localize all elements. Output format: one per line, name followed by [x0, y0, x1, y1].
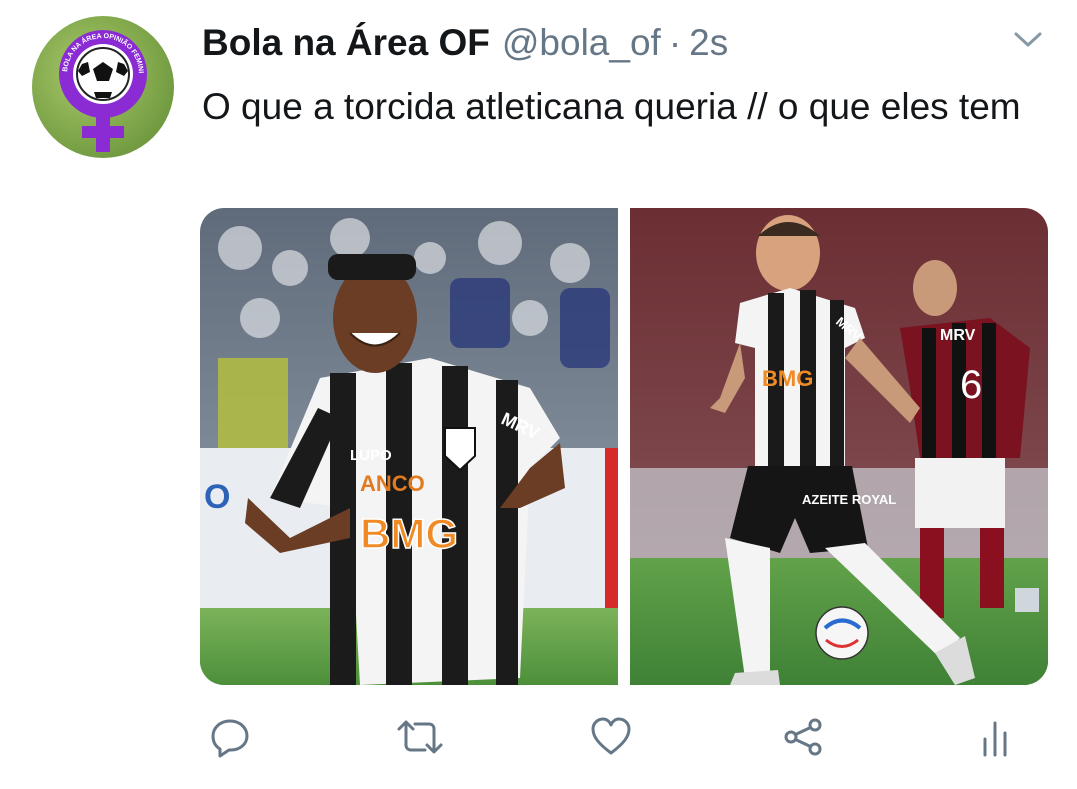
ad-board-text: O	[204, 478, 230, 516]
like-button[interactable]	[586, 712, 636, 762]
media-photo-left[interactable]: O ANCO BMG MRV LUPO	[200, 208, 618, 685]
reply-button[interactable]	[205, 712, 255, 762]
left-sponsor-top: ANCO	[360, 471, 425, 496]
tweet-menu-button[interactable]	[1012, 28, 1044, 52]
reply-icon	[211, 719, 249, 758]
tweet-media[interactable]: O ANCO BMG MRV LUPO 6 MRV BMG MRV AZEITE…	[200, 208, 1048, 685]
right-sponsor: BMG	[762, 366, 813, 391]
share-button[interactable]	[778, 712, 828, 762]
separator-dot: ·	[668, 22, 682, 63]
opponent-sponsor: MRV	[940, 327, 976, 344]
tweet-text: O que a torcida atleticana queria // o q…	[202, 86, 1021, 127]
author-name[interactable]: Bola na Área OF	[202, 22, 490, 64]
heart-icon	[591, 717, 631, 755]
timestamp[interactable]: 2s	[689, 22, 728, 64]
tweet-header: Bola na Área OF @bola_of · 2s	[202, 22, 728, 66]
opponent-number: 6	[960, 363, 982, 407]
retweet-button[interactable]	[395, 712, 445, 762]
avatar[interactable]: BOLA NA ÁREA OPINIÃO FEMININA	[32, 16, 174, 158]
retweet-icon	[397, 720, 443, 754]
share-icon	[784, 718, 822, 756]
feminine-symbol-logo: BOLA NA ÁREA OPINIÃO FEMININA	[32, 16, 147, 152]
soccer-ball	[815, 606, 869, 660]
tweet-action-bar	[0, 712, 1077, 762]
right-shorts-sponsor: AZEITE ROYAL	[802, 492, 896, 507]
left-sponsor: BMG	[360, 510, 458, 557]
analytics-icon	[983, 721, 1007, 757]
author-handle[interactable]: @bola_of	[502, 22, 661, 64]
left-shirt-maker: LUPO	[350, 447, 392, 464]
media-photo-right[interactable]: 6 MRV BMG MRV AZEITE ROYAL	[630, 208, 1048, 685]
chevron-down-icon	[1014, 32, 1042, 47]
analytics-button[interactable]	[970, 712, 1020, 762]
